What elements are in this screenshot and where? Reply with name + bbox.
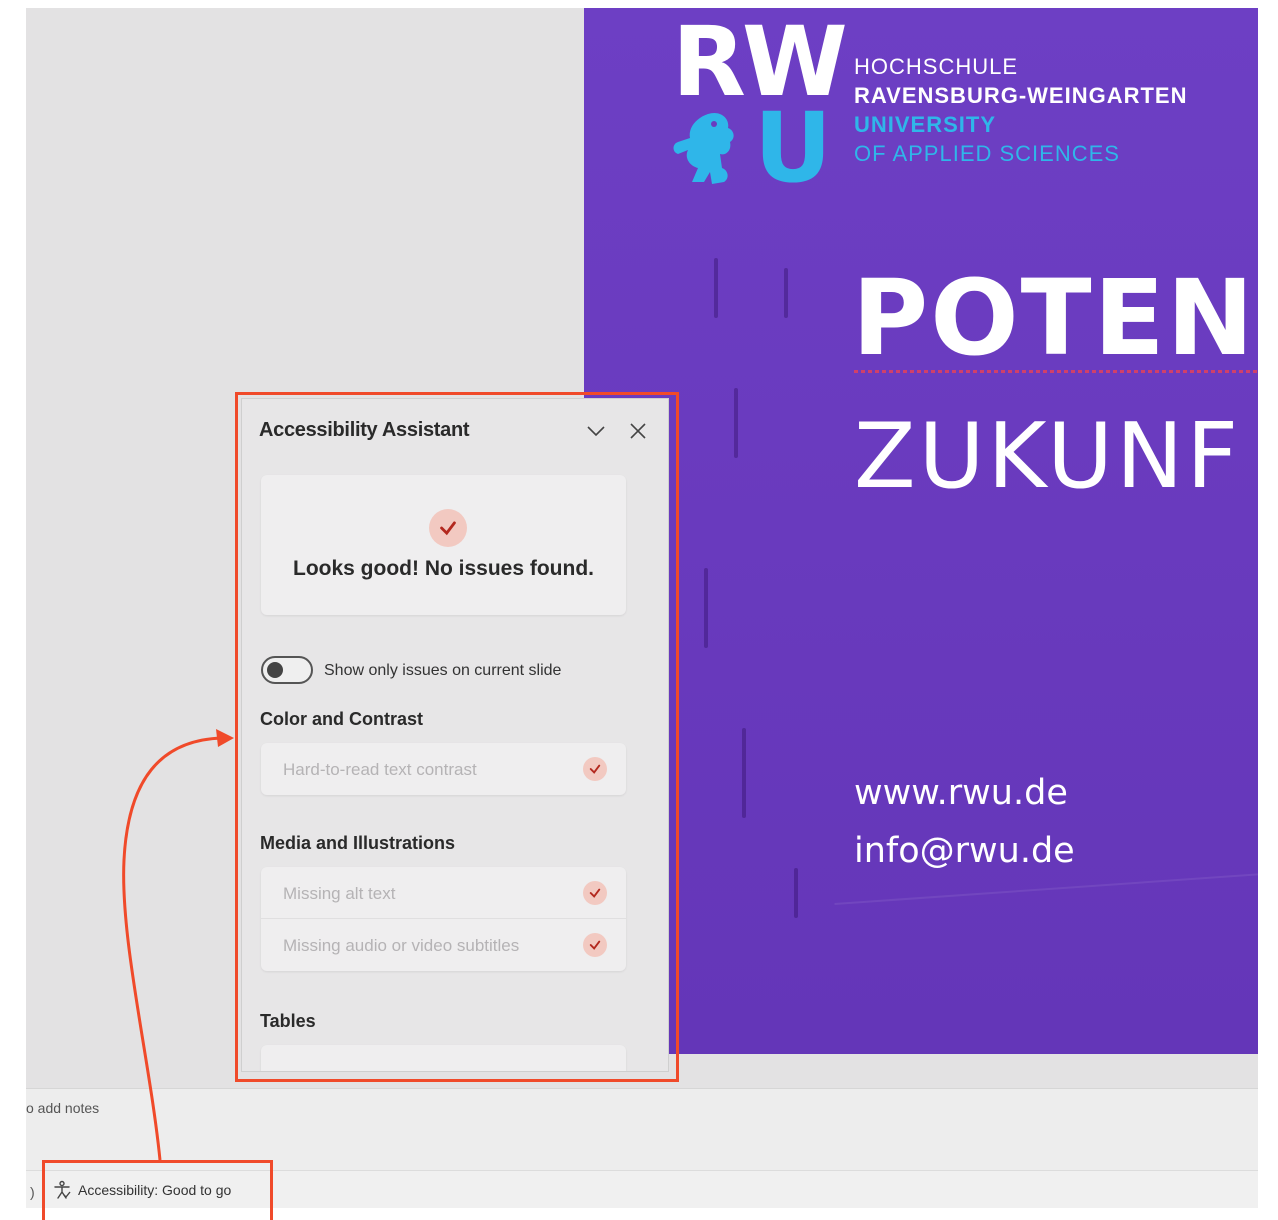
rwu-logo-u: U bbox=[754, 92, 832, 204]
email-text: info@rwu.de bbox=[854, 831, 1075, 871]
contact-info: www.rwu.de info@rwu.de bbox=[854, 764, 1075, 880]
annotation-highlight-panel bbox=[235, 392, 679, 1082]
slide-subtitle: ZUKUNF bbox=[854, 404, 1242, 509]
institution-line: OF APPLIED SCIENCES bbox=[854, 141, 1120, 166]
slide-title: POTENZ bbox=[852, 257, 1258, 379]
slide-background-streak bbox=[714, 258, 718, 318]
slide-background-streak bbox=[734, 388, 738, 458]
notes-pane[interactable] bbox=[26, 1088, 1258, 1170]
status-separator: ) bbox=[30, 1184, 35, 1200]
annotation-highlight-status bbox=[42, 1160, 273, 1220]
slide-background-streak bbox=[794, 868, 798, 918]
spellcheck-underline bbox=[854, 370, 1258, 373]
slide-background-streak bbox=[704, 568, 708, 648]
notes-placeholder[interactable]: o add notes bbox=[26, 1100, 99, 1116]
slide-background-streak bbox=[742, 728, 746, 818]
slide-background-streak bbox=[784, 268, 788, 318]
lion-logo-icon bbox=[673, 112, 734, 184]
slide-preview[interactable]: RW U HOCHSCHULE RAVENSBURG-WEINGARTEN UN… bbox=[584, 8, 1258, 1054]
website-text: www.rwu.de bbox=[854, 773, 1068, 813]
institution-line: HOCHSCHULE bbox=[854, 54, 1019, 79]
institution-line: RAVENSBURG-WEINGARTEN bbox=[854, 83, 1188, 108]
institution-line: UNIVERSITY bbox=[854, 112, 997, 137]
powerpoint-window: RW U HOCHSCHULE RAVENSBURG-WEINGARTEN UN… bbox=[0, 0, 1278, 1220]
institution-name: HOCHSCHULE RAVENSBURG-WEINGARTEN UNIVERS… bbox=[854, 52, 1187, 168]
